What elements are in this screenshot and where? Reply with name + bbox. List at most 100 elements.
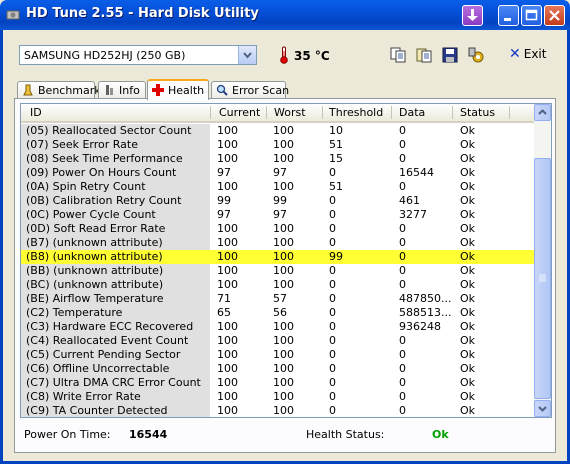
table-row[interactable]: (BB) (unknown attribute) 100 100 0 0 Ok bbox=[21, 264, 535, 278]
cell-threshold: 0 bbox=[329, 348, 336, 361]
cell-id: (BC) (unknown attribute) bbox=[21, 278, 210, 292]
cell-status: Ok bbox=[460, 138, 476, 151]
column-header-id[interactable]: ID bbox=[30, 106, 42, 119]
column-header-data[interactable]: Data bbox=[399, 106, 425, 119]
scroll-down-button[interactable] bbox=[534, 400, 551, 417]
cell-threshold: 10 bbox=[329, 124, 343, 137]
tab-benchmark[interactable]: Benchmark bbox=[17, 81, 101, 99]
copy-icon[interactable] bbox=[390, 47, 406, 63]
cell-worst: 100 bbox=[273, 152, 294, 165]
cell-id: (C7) Ultra DMA CRC Error Count bbox=[21, 376, 210, 390]
cell-id: (08) Seek Time Performance bbox=[21, 152, 210, 166]
cell-data: 0 bbox=[399, 124, 406, 137]
table-row[interactable]: (B8) (unknown attribute) 100 100 99 0 Ok bbox=[21, 250, 535, 264]
table-row[interactable]: (0A) Spin Retry Count 100 100 51 0 Ok bbox=[21, 180, 535, 194]
column-header-threshold[interactable]: Threshold bbox=[329, 106, 383, 119]
table-row[interactable]: (BC) (unknown attribute) 100 100 0 0 Ok bbox=[21, 278, 535, 292]
cell-current: 99 bbox=[217, 194, 231, 207]
title-bar[interactable]: HD Tune 2.55 - Hard Disk Utility bbox=[0, 0, 570, 30]
cell-status: Ok bbox=[460, 250, 476, 263]
cell-data: 16544 bbox=[399, 166, 434, 179]
cell-status: Ok bbox=[460, 236, 476, 249]
dropdown-button[interactable] bbox=[238, 46, 256, 64]
cell-current: 100 bbox=[217, 404, 238, 417]
table-row[interactable]: (07) Seek Error Rate 100 100 51 0 Ok bbox=[21, 138, 535, 152]
cell-current: 100 bbox=[217, 320, 238, 333]
tab-info[interactable]: Info bbox=[98, 81, 146, 99]
cell-data: 0 bbox=[399, 390, 406, 403]
cell-data: 0 bbox=[399, 348, 406, 361]
scroll-up-button[interactable] bbox=[534, 104, 551, 121]
table-row[interactable]: (BE) Airflow Temperature 71 57 0 487850... Ok bbox=[21, 292, 535, 306]
options-icon[interactable] bbox=[468, 47, 484, 63]
table-row[interactable]: (C8) Write Error Rate 100 100 0 0 Ok bbox=[21, 390, 535, 404]
minimize-icon bbox=[504, 18, 511, 21]
copy-all-icon[interactable] bbox=[416, 47, 432, 63]
power-on-value: 16544 bbox=[129, 428, 168, 441]
cell-threshold: 0 bbox=[329, 390, 336, 403]
table-row[interactable]: (B7) (unknown attribute) 100 100 0 0 Ok bbox=[21, 236, 535, 250]
thermometer-icon bbox=[280, 46, 288, 64]
cell-current: 71 bbox=[217, 292, 231, 305]
table-row[interactable]: (08) Seek Time Performance 100 100 15 0 Ok bbox=[21, 152, 535, 166]
maximize-button[interactable] bbox=[521, 5, 542, 26]
drive-select[interactable]: SAMSUNG HD252HJ (250 GB) bbox=[19, 45, 257, 65]
cell-worst: 100 bbox=[273, 236, 294, 249]
tab-health[interactable]: Health bbox=[147, 79, 209, 100]
minimize-button[interactable] bbox=[498, 5, 519, 26]
cell-data: 0 bbox=[399, 236, 406, 249]
table-row[interactable]: (09) Power On Hours Count 97 97 0 16544 Ok bbox=[21, 166, 535, 180]
cell-worst: 100 bbox=[273, 320, 294, 333]
cell-current: 100 bbox=[217, 138, 238, 151]
chevron-up-icon bbox=[538, 109, 547, 115]
chevron-down-icon bbox=[538, 406, 547, 412]
vertical-scrollbar[interactable] bbox=[534, 104, 551, 417]
exit-icon: ✕ bbox=[509, 46, 521, 62]
save-icon[interactable] bbox=[442, 47, 458, 63]
cell-id: (BE) Airflow Temperature bbox=[21, 292, 210, 306]
cell-current: 100 bbox=[217, 362, 238, 375]
column-header-current[interactable]: Current bbox=[219, 106, 260, 119]
close-button[interactable] bbox=[544, 5, 565, 26]
table-row[interactable]: (C6) Offline Uncorrectable 100 100 0 0 Ok bbox=[21, 362, 535, 376]
table-row[interactable]: (C4) Reallocated Event Count 100 100 0 0 Ok bbox=[21, 334, 535, 348]
table-row[interactable]: (C3) Hardware ECC Recovered 100 100 0 936248… bbox=[21, 320, 535, 334]
smart-attribute-list[interactable]: ID Current Worst Threshold Data Status (… bbox=[20, 103, 552, 418]
cell-threshold: 0 bbox=[329, 334, 336, 347]
table-row[interactable]: (C9) TA Counter Detected 100 100 0 0 Ok bbox=[21, 404, 535, 417]
cell-data: 0 bbox=[399, 180, 406, 193]
magnifier-icon bbox=[216, 84, 228, 96]
cell-data: 0 bbox=[399, 362, 406, 375]
table-row[interactable]: (C2) Temperature 65 56 0 588513... Ok bbox=[21, 306, 535, 320]
cell-id: (B8) (unknown attribute) bbox=[21, 250, 210, 264]
cell-current: 100 bbox=[217, 348, 238, 361]
table-row[interactable]: (0C) Power Cycle Count 97 97 0 3277 Ok bbox=[21, 208, 535, 222]
cell-status: Ok bbox=[460, 166, 476, 179]
table-row[interactable]: (0B) Calibration Retry Count 99 99 0 461 Ok bbox=[21, 194, 535, 208]
cell-status: Ok bbox=[460, 194, 476, 207]
scroll-thumb[interactable] bbox=[534, 158, 551, 399]
cell-worst: 100 bbox=[273, 404, 294, 417]
cell-id: (C9) TA Counter Detected bbox=[21, 404, 210, 417]
cell-threshold: 0 bbox=[329, 222, 336, 235]
cell-data: 461 bbox=[399, 194, 420, 207]
cell-data: 0 bbox=[399, 152, 406, 165]
cell-worst: 100 bbox=[273, 362, 294, 375]
download-button[interactable] bbox=[462, 5, 483, 26]
column-header-worst[interactable]: Worst bbox=[274, 106, 306, 119]
table-row[interactable]: (05) Reallocated Sector Count 100 100 10 0 Ok bbox=[21, 124, 535, 138]
cell-worst: 100 bbox=[273, 180, 294, 193]
table-row[interactable]: (C5) Current Pending Sector 100 100 0 0 Ok bbox=[21, 348, 535, 362]
table-row[interactable]: (C7) Ultra DMA CRC Error Count 100 100 0 0 Ok bbox=[21, 376, 535, 390]
exit-button[interactable]: ✕ Exit bbox=[509, 46, 546, 62]
tab-error-scan[interactable]: Error Scan bbox=[211, 81, 289, 99]
cell-threshold: 0 bbox=[329, 320, 336, 333]
cell-current: 100 bbox=[217, 236, 238, 249]
table-row[interactable]: (0D) Soft Read Error Rate 100 100 0 0 Ok bbox=[21, 222, 535, 236]
cell-id: (0B) Calibration Retry Count bbox=[21, 194, 210, 208]
column-header-status[interactable]: Status bbox=[460, 106, 495, 119]
info-icon bbox=[106, 85, 113, 95]
health-cross-icon bbox=[152, 84, 164, 96]
cell-worst: 97 bbox=[273, 166, 287, 179]
cell-status: Ok bbox=[460, 320, 476, 333]
